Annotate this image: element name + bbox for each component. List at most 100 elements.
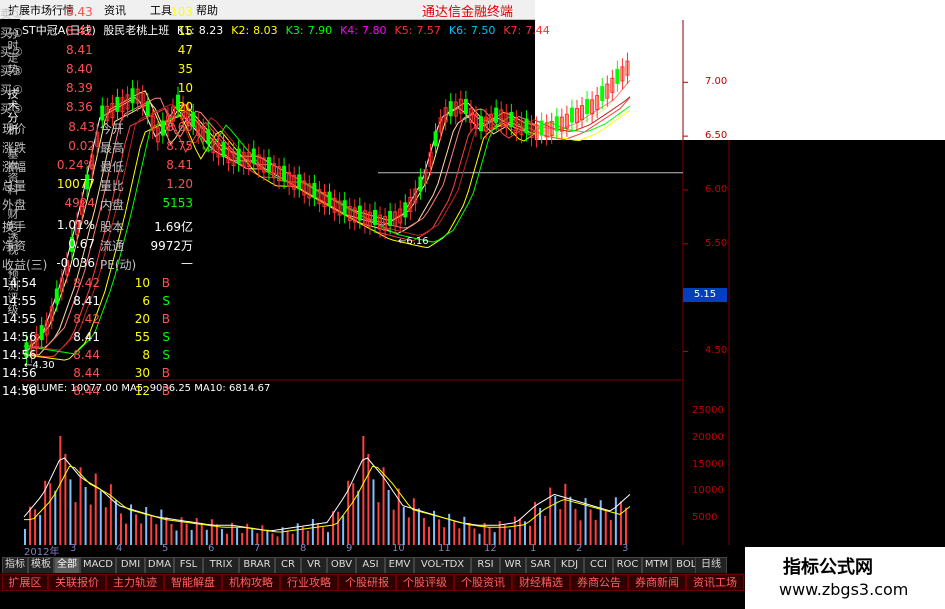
indicator-tab[interactable]: TRIX	[203, 557, 239, 574]
tick-price: 8.41	[73, 330, 100, 344]
candle-body	[327, 191, 332, 207]
candle-body	[448, 101, 453, 117]
indicator-tab[interactable]: DMI	[116, 557, 145, 574]
order-side: 买②	[0, 45, 23, 59]
tick-direction: S	[162, 348, 170, 362]
month-label: 8	[300, 543, 307, 554]
indicator-tab[interactable]: EMV	[385, 557, 414, 574]
fin-value: —	[181, 256, 193, 270]
extension-tab[interactable]: 关联报价	[48, 574, 106, 591]
tick-price: 8.41	[73, 294, 100, 308]
order-volume: 20	[177, 100, 193, 114]
order-side: 卖①	[0, 7, 23, 21]
extension-tab[interactable]: 行业攻略	[280, 574, 338, 591]
indicator-tab[interactable]: 模板	[28, 557, 54, 574]
order-side: 买③	[0, 64, 23, 78]
fin-label: 净资	[2, 239, 27, 253]
stat-label: 总量	[2, 179, 27, 193]
stat-label: 涨幅	[2, 160, 27, 174]
indicator-tab[interactable]: 全部	[54, 557, 80, 574]
candle-body	[206, 129, 211, 145]
indicator-tab[interactable]: ROC	[613, 557, 642, 574]
tick-volume: 30	[134, 366, 150, 380]
order-side: 买⑤	[0, 102, 23, 116]
stat-label: 最低	[100, 160, 125, 174]
fin-label: 股本	[100, 220, 125, 234]
order-volume: 15	[177, 24, 193, 38]
tick-direction: B	[161, 366, 170, 380]
extension-tab[interactable]: 券商公告	[570, 574, 628, 591]
stat-value: 5153	[162, 196, 193, 210]
order-side: 买④	[0, 83, 23, 97]
extension-tab[interactable]: 财经精选	[512, 574, 570, 591]
extension-tab[interactable]: 个股研报	[338, 574, 396, 591]
month-label: 6	[208, 543, 215, 554]
candle-body	[372, 209, 377, 225]
volume-tick: 25000	[692, 405, 724, 417]
tick-time: 14:56	[2, 330, 37, 344]
candle-body	[251, 148, 256, 164]
indicator-tab[interactable]: CCI	[584, 557, 613, 574]
tick-time: 14:56	[2, 348, 37, 362]
order-row: 买② 8.41 47	[0, 43, 195, 62]
extension-tab[interactable]: 券商新闻	[628, 574, 686, 591]
indicator-tab[interactable]: RSI	[471, 557, 500, 574]
indicator-tab[interactable]: VR	[301, 557, 327, 574]
price-tick: 4.50	[705, 345, 728, 357]
indicator-tab[interactable]: MTM	[642, 557, 671, 574]
order-volume: 103	[170, 5, 193, 19]
stat-label: 外盘	[2, 198, 27, 212]
order-price: 8.39	[66, 81, 93, 95]
tick-direction: B	[161, 276, 170, 290]
month-label: 7	[254, 543, 261, 554]
indicator-tab[interactable]: MACD	[80, 557, 116, 574]
candle-body	[236, 148, 241, 164]
candle-body	[615, 68, 620, 84]
indicator-tab[interactable]: KDJ	[555, 557, 584, 574]
candle-body	[266, 157, 271, 173]
extension-tab[interactable]: 资讯工场	[686, 574, 744, 591]
stat-label: 现价	[2, 122, 27, 136]
indicator-tab[interactable]: WR	[500, 557, 526, 574]
candle-body	[221, 142, 226, 158]
indicator-tab[interactable]: BRAR	[239, 557, 275, 574]
indicator-tab[interactable]: 指标	[2, 557, 28, 574]
candle-body	[357, 205, 362, 221]
order-price: 8.42	[66, 24, 93, 38]
daily-period-button[interactable]: 日线	[695, 557, 727, 574]
indicator-tab[interactable]: ASI	[356, 557, 385, 574]
tick-price: 8.44	[73, 348, 100, 362]
candle-body	[463, 99, 468, 115]
price-tick: 5.50	[705, 237, 728, 249]
tick-direction: S	[162, 330, 170, 344]
stat-value: 8.41	[166, 158, 193, 172]
indicator-tab[interactable]: DMA	[145, 557, 174, 574]
indicator-tab[interactable]: VOL-TDX	[414, 557, 471, 574]
tick-volume: 55	[134, 330, 150, 344]
indicator-tab[interactable]: OBV	[327, 557, 356, 574]
tick-time: 14:55	[2, 294, 37, 308]
price-tick: 6.50	[705, 130, 728, 142]
extension-tab[interactable]: 智能解盘	[164, 574, 222, 591]
order-row: 买③ 8.40 35	[0, 62, 195, 81]
tick-price: 8.44	[73, 366, 100, 380]
month-label: 11	[438, 543, 451, 554]
indicator-tab[interactable]: SAR	[526, 557, 555, 574]
indicator-tab[interactable]: FSL	[174, 557, 203, 574]
month-label: 3	[622, 543, 629, 554]
extension-tab[interactable]: 扩展区	[2, 574, 48, 591]
extension-tab[interactable]: 主力轨迹	[106, 574, 164, 591]
extension-tab[interactable]: 机构攻略	[222, 574, 280, 591]
candle-body	[297, 174, 302, 190]
stat-value: 4924	[64, 196, 95, 210]
candle-body	[509, 111, 514, 127]
month-label: 3	[70, 543, 77, 554]
candle-body	[418, 176, 423, 192]
watermark-url: www.zbgs3.com	[779, 580, 909, 599]
tick-volume: 12	[134, 384, 150, 398]
extension-tab[interactable]: 个股评级	[396, 574, 454, 591]
stat-value: 0.02	[68, 139, 95, 153]
indicator-tab[interactable]: CR	[275, 557, 301, 574]
tick-volume: 8	[142, 348, 150, 362]
extension-tab[interactable]: 个股资讯	[454, 574, 512, 591]
